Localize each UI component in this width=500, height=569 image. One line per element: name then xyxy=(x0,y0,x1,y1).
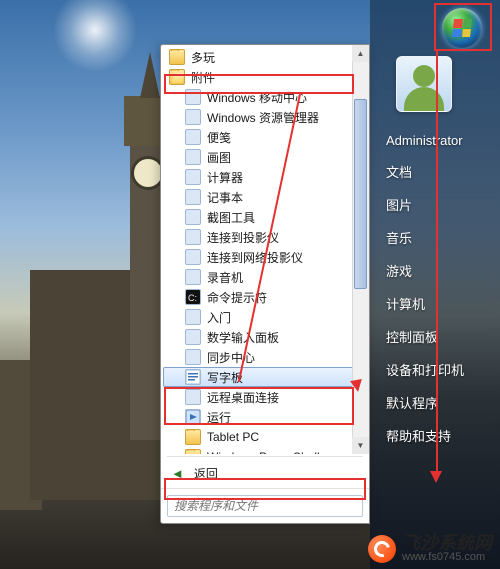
program-label: 写字板 xyxy=(207,369,243,386)
program-label: 数学输入面板 xyxy=(207,329,279,346)
program-item-math[interactable]: 数学输入面板 xyxy=(163,327,369,347)
scroll-down-button[interactable]: ▼ xyxy=(352,437,369,454)
program-item-snip[interactable]: 截图工具 xyxy=(163,207,369,227)
program-label: 命令提示符 xyxy=(207,289,267,306)
folder-open-icon xyxy=(169,69,185,85)
back-button[interactable]: ◄ 返回 xyxy=(161,459,369,488)
rdp-icon xyxy=(185,389,201,405)
program-label: 便笺 xyxy=(207,129,231,146)
watermark-logo-icon xyxy=(368,535,396,563)
program-label: 画图 xyxy=(207,149,231,166)
netproj-icon xyxy=(185,249,201,265)
right-link-computer[interactable]: 计算机 xyxy=(370,287,500,320)
program-label: 运行 xyxy=(207,409,231,426)
program-item-sync[interactable]: 同步中心 xyxy=(163,347,369,367)
notepad-icon xyxy=(185,189,201,205)
sync-icon xyxy=(185,349,201,365)
program-item-folder[interactable]: Tablet PC xyxy=(163,427,369,447)
search-row xyxy=(161,488,369,523)
watermark-title: 飞沙系统网 xyxy=(402,534,492,552)
program-item-recorder[interactable]: 录音机 xyxy=(163,267,369,287)
program-item-run[interactable]: 运行 xyxy=(163,407,369,427)
run-icon xyxy=(185,409,201,425)
scroll-thumb[interactable] xyxy=(354,99,367,289)
right-link-help[interactable]: 帮助和支持 xyxy=(370,419,500,452)
program-item-sticky[interactable]: 便笺 xyxy=(163,127,369,147)
right-link-pictures[interactable]: 图片 xyxy=(370,188,500,221)
program-label: 同步中心 xyxy=(207,349,255,366)
program-item-netproj[interactable]: 连接到网络投影仪 xyxy=(163,247,369,267)
program-label: 附件 xyxy=(191,69,215,86)
program-label: 连接到网络投影仪 xyxy=(207,249,303,266)
windows-logo-icon xyxy=(452,19,472,37)
watermark-url: www.fs0745.com xyxy=(402,552,492,563)
projector-icon xyxy=(185,229,201,245)
program-label: Windows 资源管理器 xyxy=(207,109,319,126)
right-link-devices[interactable]: 设备和打印机 xyxy=(370,353,500,386)
wordpad-icon xyxy=(185,369,201,385)
program-label: 计算器 xyxy=(207,169,243,186)
program-item-calc[interactable]: 计算器 xyxy=(163,167,369,187)
scrollbar[interactable]: ▲ ▼ xyxy=(352,45,369,454)
right-link-documents[interactable]: 文档 xyxy=(370,155,500,188)
program-label: Tablet PC xyxy=(207,430,259,444)
mobility-icon xyxy=(185,89,201,105)
program-item-paint[interactable]: 画图 xyxy=(163,147,369,167)
svg-text:C:: C: xyxy=(188,293,197,303)
recorder-icon xyxy=(185,269,201,285)
start-menu-programs-pane: 多玩 附件 Windows 移动中心 Windows 资源管理器便笺画图计算器记事… xyxy=(160,44,370,524)
program-label: 记事本 xyxy=(207,189,243,206)
program-item-mobility[interactable]: Windows 移动中心 xyxy=(163,87,369,107)
username-link[interactable]: Administrator xyxy=(370,126,500,155)
cmd-icon: C: xyxy=(185,289,201,305)
sticky-icon xyxy=(185,129,201,145)
program-item-folder[interactable]: Windows PowerShell xyxy=(163,447,369,454)
right-link-default-programs[interactable]: 默认程序 xyxy=(370,386,500,419)
snip-icon xyxy=(185,209,201,225)
user-avatar[interactable] xyxy=(396,56,452,112)
calc-icon xyxy=(185,169,201,185)
right-link-games[interactable]: 游戏 xyxy=(370,254,500,287)
program-label: 多玩 xyxy=(191,49,215,66)
program-item-duowan[interactable]: 多玩 xyxy=(163,47,369,67)
start-menu-right-pane: Administrator 文档 图片 音乐 游戏 计算机 控制面板 设备和打印… xyxy=(370,0,500,569)
explorer-icon xyxy=(185,109,201,125)
right-link-music[interactable]: 音乐 xyxy=(370,221,500,254)
program-item-rdp[interactable]: 远程桌面连接 xyxy=(163,387,369,407)
back-label: 返回 xyxy=(194,465,218,482)
paint-icon xyxy=(185,149,201,165)
program-item-cmd[interactable]: C: 命令提示符 xyxy=(163,287,369,307)
watermark: 飞沙系统网 www.fs0745.com xyxy=(368,534,492,563)
back-arrow-icon: ◄ xyxy=(171,466,184,481)
search-input[interactable] xyxy=(167,495,363,517)
program-item-notepad[interactable]: 记事本 xyxy=(163,187,369,207)
program-label: 截图工具 xyxy=(207,209,255,226)
start-button[interactable] xyxy=(442,8,482,48)
program-label: 远程桌面连接 xyxy=(207,389,279,406)
program-item-explorer[interactable]: Windows 资源管理器 xyxy=(163,107,369,127)
program-label: Windows PowerShell xyxy=(207,450,320,454)
programs-list[interactable]: 多玩 附件 Windows 移动中心 Windows 资源管理器便笺画图计算器记事… xyxy=(161,45,369,454)
program-label: Windows 移动中心 xyxy=(207,89,307,106)
program-folder-accessories[interactable]: 附件 xyxy=(163,67,369,87)
program-label: 录音机 xyxy=(207,269,243,286)
scroll-up-button[interactable]: ▲ xyxy=(352,45,369,62)
program-item-projector[interactable]: 连接到投影仪 xyxy=(163,227,369,247)
folder-icon xyxy=(185,449,201,454)
program-item-getting[interactable]: 入门 xyxy=(163,307,369,327)
program-item-wordpad[interactable]: 写字板 xyxy=(163,367,369,387)
folder-icon xyxy=(169,49,185,65)
math-icon xyxy=(185,329,201,345)
folder-icon xyxy=(185,429,201,445)
getting-icon xyxy=(185,309,201,325)
program-label: 连接到投影仪 xyxy=(207,229,279,246)
right-link-control-panel[interactable]: 控制面板 xyxy=(370,320,500,353)
program-label: 入门 xyxy=(207,309,231,326)
divider xyxy=(167,456,363,457)
